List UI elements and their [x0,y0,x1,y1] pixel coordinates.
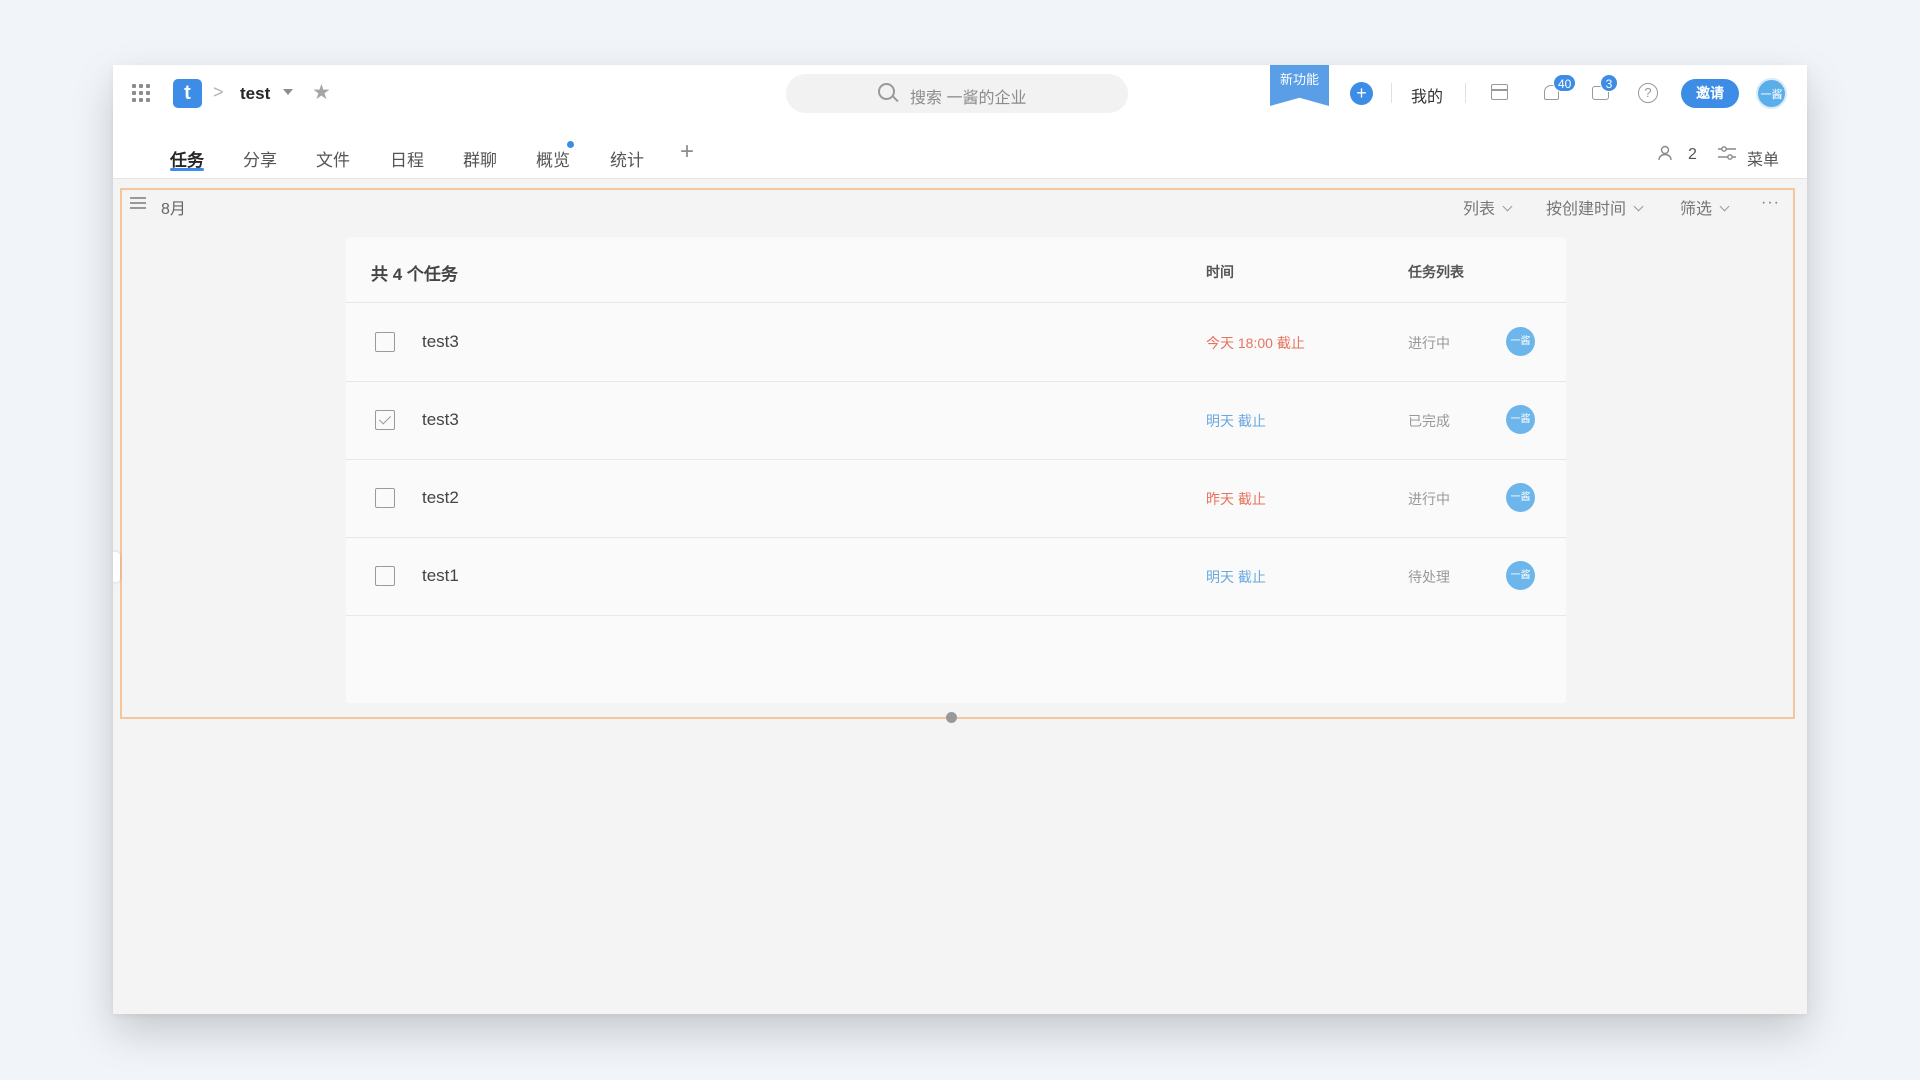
tab-schedule[interactable]: 日程 [390,146,424,171]
table-row[interactable]: test2 昨天 截止 进行中 一酱 [346,459,1566,538]
breadcrumb-separator: > [213,82,224,102]
filter-select-label: 筛选 [1680,201,1713,218]
task-status: 已完成 [1408,413,1450,429]
member-count[interactable]: 2 [1688,146,1697,164]
project-dropdown-caret-icon[interactable] [283,89,293,95]
avatar[interactable]: 一酱 [1506,561,1535,590]
tab-group-chat[interactable]: 群聊 [463,146,497,171]
task-due-time: 明天 截止 [1206,413,1266,429]
task-table-header: 共 4 个任务 时间 任务列表 [346,237,1566,303]
column-header-task-list: 任务列表 [1408,264,1464,280]
members-icon[interactable] [1658,145,1674,161]
task-list-panel: 共 4 个任务 时间 任务列表 test3 今天 18:00 截止 进行中 一酱… [346,237,1566,723]
more-options-button[interactable]: ··· [1761,194,1780,212]
star-icon[interactable]: ★ [312,80,331,105]
column-header-time: 时间 [1206,264,1234,280]
task-checkbox[interactable] [375,488,395,508]
new-feature-banner[interactable]: 新功能 [1270,65,1329,106]
task-due-time: 今天 18:00 截止 [1206,335,1305,351]
tab-share[interactable]: 分享 [243,146,277,171]
avatar[interactable]: 一酱 [1756,78,1787,109]
hamburger-icon[interactable] [130,197,146,210]
sort-select-label: 按创建时间 [1546,201,1627,218]
tab-statistics[interactable]: 统计 [610,146,644,171]
message-badge: 3 [1600,74,1618,92]
chevron-down-icon [1502,201,1513,212]
table-row[interactable]: test1 明天 截止 待处理 一酱 [346,537,1566,616]
search-input[interactable]: 搜索 一酱的企业 [786,74,1128,113]
avatar[interactable]: 一酱 [1506,483,1535,512]
task-count-label: 共 4 个任务 [371,265,458,284]
tab-bar [113,122,1807,179]
sort-select[interactable]: 按创建时间 [1546,195,1644,219]
task-checkbox[interactable] [375,332,395,352]
table-row[interactable]: test3 明天 截止 已完成 一酱 [346,381,1566,460]
menu-button[interactable]: 菜单 [1747,146,1779,170]
task-status: 进行中 [1408,335,1450,351]
task-title[interactable]: test3 [422,410,459,430]
calendar-icon[interactable] [1491,84,1508,100]
task-title[interactable]: test2 [422,488,459,508]
filter-select[interactable]: 筛选 [1680,195,1730,219]
task-checkbox[interactable] [375,566,395,586]
tab-files[interactable]: 文件 [316,146,350,171]
help-icon[interactable]: ? [1638,83,1658,103]
task-due-time: 昨天 截止 [1206,491,1266,507]
view-select[interactable]: 列表 [1463,195,1513,219]
tab-overview-dot [567,141,574,148]
chevron-down-icon [1719,201,1730,212]
avatar[interactable]: 一酱 [1506,327,1535,356]
view-select-label: 列表 [1463,201,1496,218]
add-tab-button[interactable]: + [680,138,694,166]
mine-button[interactable]: 我的 [1411,83,1443,107]
tab-overview[interactable]: 概览 [536,146,570,171]
task-due-time: 明天 截止 [1206,569,1266,585]
active-tab-indicator [170,168,204,171]
avatar[interactable]: 一酱 [1506,405,1535,434]
task-checkbox[interactable] [375,410,395,430]
notification-badge: 40 [1553,74,1577,92]
divider [1391,83,1392,103]
table-row[interactable]: test3 今天 18:00 截止 进行中 一酱 [346,303,1566,382]
project-logo[interactable]: t [173,79,202,108]
month-label: 8月 [161,201,186,218]
invite-button[interactable]: 邀请 [1681,79,1739,108]
loading-indicator [946,712,957,723]
task-title[interactable]: test1 [422,566,459,586]
search-placeholder: 搜索 一酱的企业 [910,90,1027,107]
chevron-down-icon [1633,201,1644,212]
app-window: t > test ★ 搜索 一酱的企业 新功能 + 我的 40 3 ? 邀请 一… [113,65,1807,1014]
sidebar-toggle-handle[interactable] [113,552,120,582]
divider [1465,83,1466,103]
apps-grid-icon[interactable] [132,84,150,102]
task-status: 待处理 [1408,569,1450,585]
task-status: 进行中 [1408,491,1450,507]
menu-settings-icon[interactable] [1718,146,1736,160]
search-icon [878,83,895,100]
top-bar: t > test ★ 搜索 一酱的企业 新功能 + 我的 40 3 ? 邀请 一… [113,65,1807,122]
project-name[interactable]: test [240,84,270,104]
quick-add-button[interactable]: + [1350,82,1373,105]
task-title[interactable]: test3 [422,332,459,352]
